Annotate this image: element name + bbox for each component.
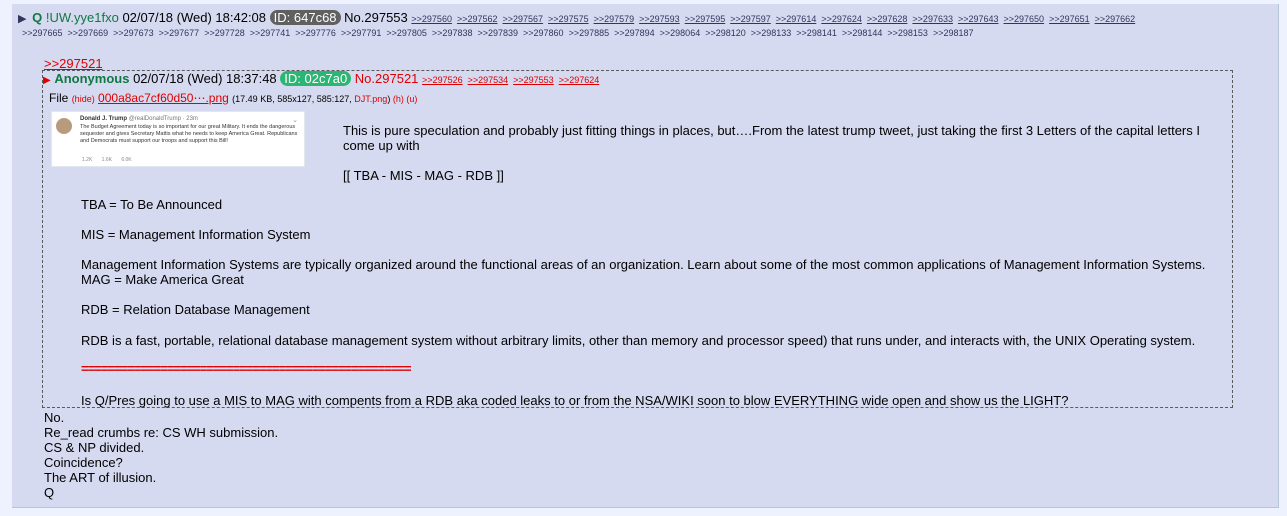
op-message-line: Q: [44, 485, 55, 500]
backlink[interactable]: >>298064: [660, 28, 701, 38]
backlink[interactable]: >>297805: [386, 28, 427, 38]
backlink[interactable]: >>297567: [503, 14, 544, 24]
backlink[interactable]: >>298153: [887, 28, 928, 38]
backlink[interactable]: >>297597: [730, 14, 771, 24]
op-message-line: No.: [44, 410, 65, 425]
paragraph-6: MAG = Make America Great: [81, 272, 244, 287]
backlink[interactable]: >>297776: [295, 28, 336, 38]
backlink[interactable]: >>297575: [548, 14, 589, 24]
backlink[interactable]: >>297560: [411, 14, 452, 24]
op-datetime: 02/07/18 (Wed) 18:42:08: [122, 10, 267, 25]
paragraph-5: Management Information Systems are typic…: [81, 257, 1206, 272]
backlink[interactable]: >>297838: [432, 28, 473, 38]
op-backlinks-row1: >>297560 >>297562 >>297567 >>297575 >>297579…: [411, 14, 1140, 24]
backlink[interactable]: >>297643: [958, 14, 999, 24]
paragraph-3: TBA = To Be Announced: [81, 197, 223, 212]
backlink[interactable]: >>297791: [341, 28, 382, 38]
quoted-name: Anonymous: [54, 71, 130, 86]
paragraph-7: RDB = Relation Database Management: [81, 302, 310, 317]
backlink[interactable]: >>298187: [933, 28, 974, 38]
hide-file-link[interactable]: (hide): [72, 94, 95, 104]
backlink[interactable]: >>297860: [523, 28, 564, 38]
red-divider-line: ========================================…: [81, 361, 412, 376]
backlink[interactable]: >>297894: [614, 28, 655, 38]
op-post: ▶ Q !UW.yye1fxo 02/07/18 (Wed) 18:42:08 …: [12, 4, 1279, 508]
backlink[interactable]: >>297839: [477, 28, 518, 38]
paragraph-1: This is pure speculation and probably ju…: [343, 123, 1200, 153]
backlink[interactable]: >>298144: [842, 28, 883, 38]
tweet-author: Donald J. Trump @realDonaldTrump · 23m: [80, 116, 198, 122]
op-message-line: CS & NP divided.: [44, 440, 145, 455]
backlink[interactable]: >>297628: [867, 14, 908, 24]
op-message-line: The ART of illusion.: [44, 470, 157, 485]
backlink[interactable]: >>297614: [776, 14, 817, 24]
op-message-line: Re_read crumbs re: CS WH submission.: [44, 425, 279, 440]
paragraph-4: MIS = Management Information System: [81, 227, 311, 242]
backlink[interactable]: >>297662: [1095, 14, 1136, 24]
file-meta-close: ): [387, 94, 391, 104]
op-name: Q: [32, 10, 43, 25]
backlink[interactable]: >>297633: [912, 14, 953, 24]
file-info: File (hide) 000a8ac7cf60d50⋯.png (17.49 …: [49, 91, 417, 105]
post-menu-arrow-icon[interactable]: ▶: [18, 13, 26, 25]
quoted-menu-arrow-icon[interactable]: ▶: [43, 75, 51, 86]
backlink[interactable]: >>297595: [685, 14, 726, 24]
backlink[interactable]: >>297650: [1004, 14, 1045, 24]
backlink[interactable]: >>297885: [569, 28, 610, 38]
file-h-link[interactable]: (h): [393, 94, 404, 104]
paragraph-8: RDB is a fast, portable, relational data…: [81, 333, 1196, 348]
quoted-id-badge[interactable]: ID: 02c7a0: [280, 71, 352, 86]
backlink[interactable]: >>297579: [594, 14, 635, 24]
tweet-thumbnail[interactable]: Donald J. Trump @realDonaldTrump · 23m ⌄…: [51, 111, 305, 167]
op-post-number[interactable]: No.297553: [344, 10, 408, 25]
backlink[interactable]: >>297665: [22, 28, 63, 38]
quote-link[interactable]: >>297521: [44, 56, 103, 71]
backlink[interactable]: >>297728: [204, 28, 245, 38]
quoted-backlink[interactable]: >>297624: [559, 75, 600, 85]
file-label: File: [49, 91, 69, 105]
quoted-post: ▶ Anonymous 02/07/18 (Wed) 18:37:48 ID: …: [42, 70, 1233, 408]
backlink[interactable]: >>298141: [796, 28, 837, 38]
backlink[interactable]: >>297651: [1049, 14, 1090, 24]
tweet-stats: 1.2K 1.6K 6.0K: [82, 157, 132, 163]
quoted-datetime: 02/07/18 (Wed) 18:37:48: [133, 71, 277, 86]
file-name-link[interactable]: 000a8ac7cf60d50⋯.png: [98, 91, 229, 105]
op-message-line: Coincidence?: [44, 455, 123, 470]
quoted-post-number[interactable]: No.297521: [355, 71, 419, 86]
backlink[interactable]: >>297624: [821, 14, 862, 24]
file-original-name[interactable]: DJT.png: [354, 94, 387, 104]
backlink[interactable]: >>297669: [68, 28, 109, 38]
backlink[interactable]: >>297741: [250, 28, 291, 38]
file-meta: (17.49 KB, 585x127, 585:127,: [232, 94, 352, 104]
quoted-backlink[interactable]: >>297534: [468, 75, 509, 85]
paragraph-2: [[ TBA - MIS - MAG - RDB ]]: [343, 168, 504, 183]
backlink[interactable]: >>297562: [457, 14, 498, 24]
backlink[interactable]: >>297677: [159, 28, 200, 38]
op-id-badge[interactable]: ID: 647c68: [269, 10, 341, 25]
op-tripcode: !UW.yye1fxo: [45, 10, 119, 25]
paragraph-10: Is Q/Pres going to use a MIS to MAG with…: [81, 393, 1069, 408]
quoted-header: ▶ Anonymous 02/07/18 (Wed) 18:37:48 ID: …: [43, 71, 604, 86]
quoted-backlink[interactable]: >>297553: [513, 75, 554, 85]
backlink[interactable]: >>298133: [751, 28, 792, 38]
op-message: No. Re_read crumbs re: CS WH submission. C…: [44, 410, 278, 500]
file-u-link[interactable]: (u): [406, 94, 417, 104]
chevron-down-icon: ⌄: [292, 117, 298, 124]
op-backlinks-row2: >>297665 >>297669 >>297673 >>297677 >>297728…: [22, 28, 978, 38]
tweet-text: The Budget Agreement today is so importa…: [80, 124, 298, 144]
quoted-backlinks: >>297526 >>297534 >>297553 >>297624: [422, 71, 604, 86]
backlink[interactable]: >>297593: [639, 14, 680, 24]
op-header: ▶ Q !UW.yye1fxo 02/07/18 (Wed) 18:42:08 …: [18, 10, 1140, 25]
avatar: [56, 118, 72, 134]
backlink[interactable]: >>297673: [113, 28, 154, 38]
quoted-backlink[interactable]: >>297526: [422, 75, 463, 85]
backlink[interactable]: >>298120: [705, 28, 746, 38]
